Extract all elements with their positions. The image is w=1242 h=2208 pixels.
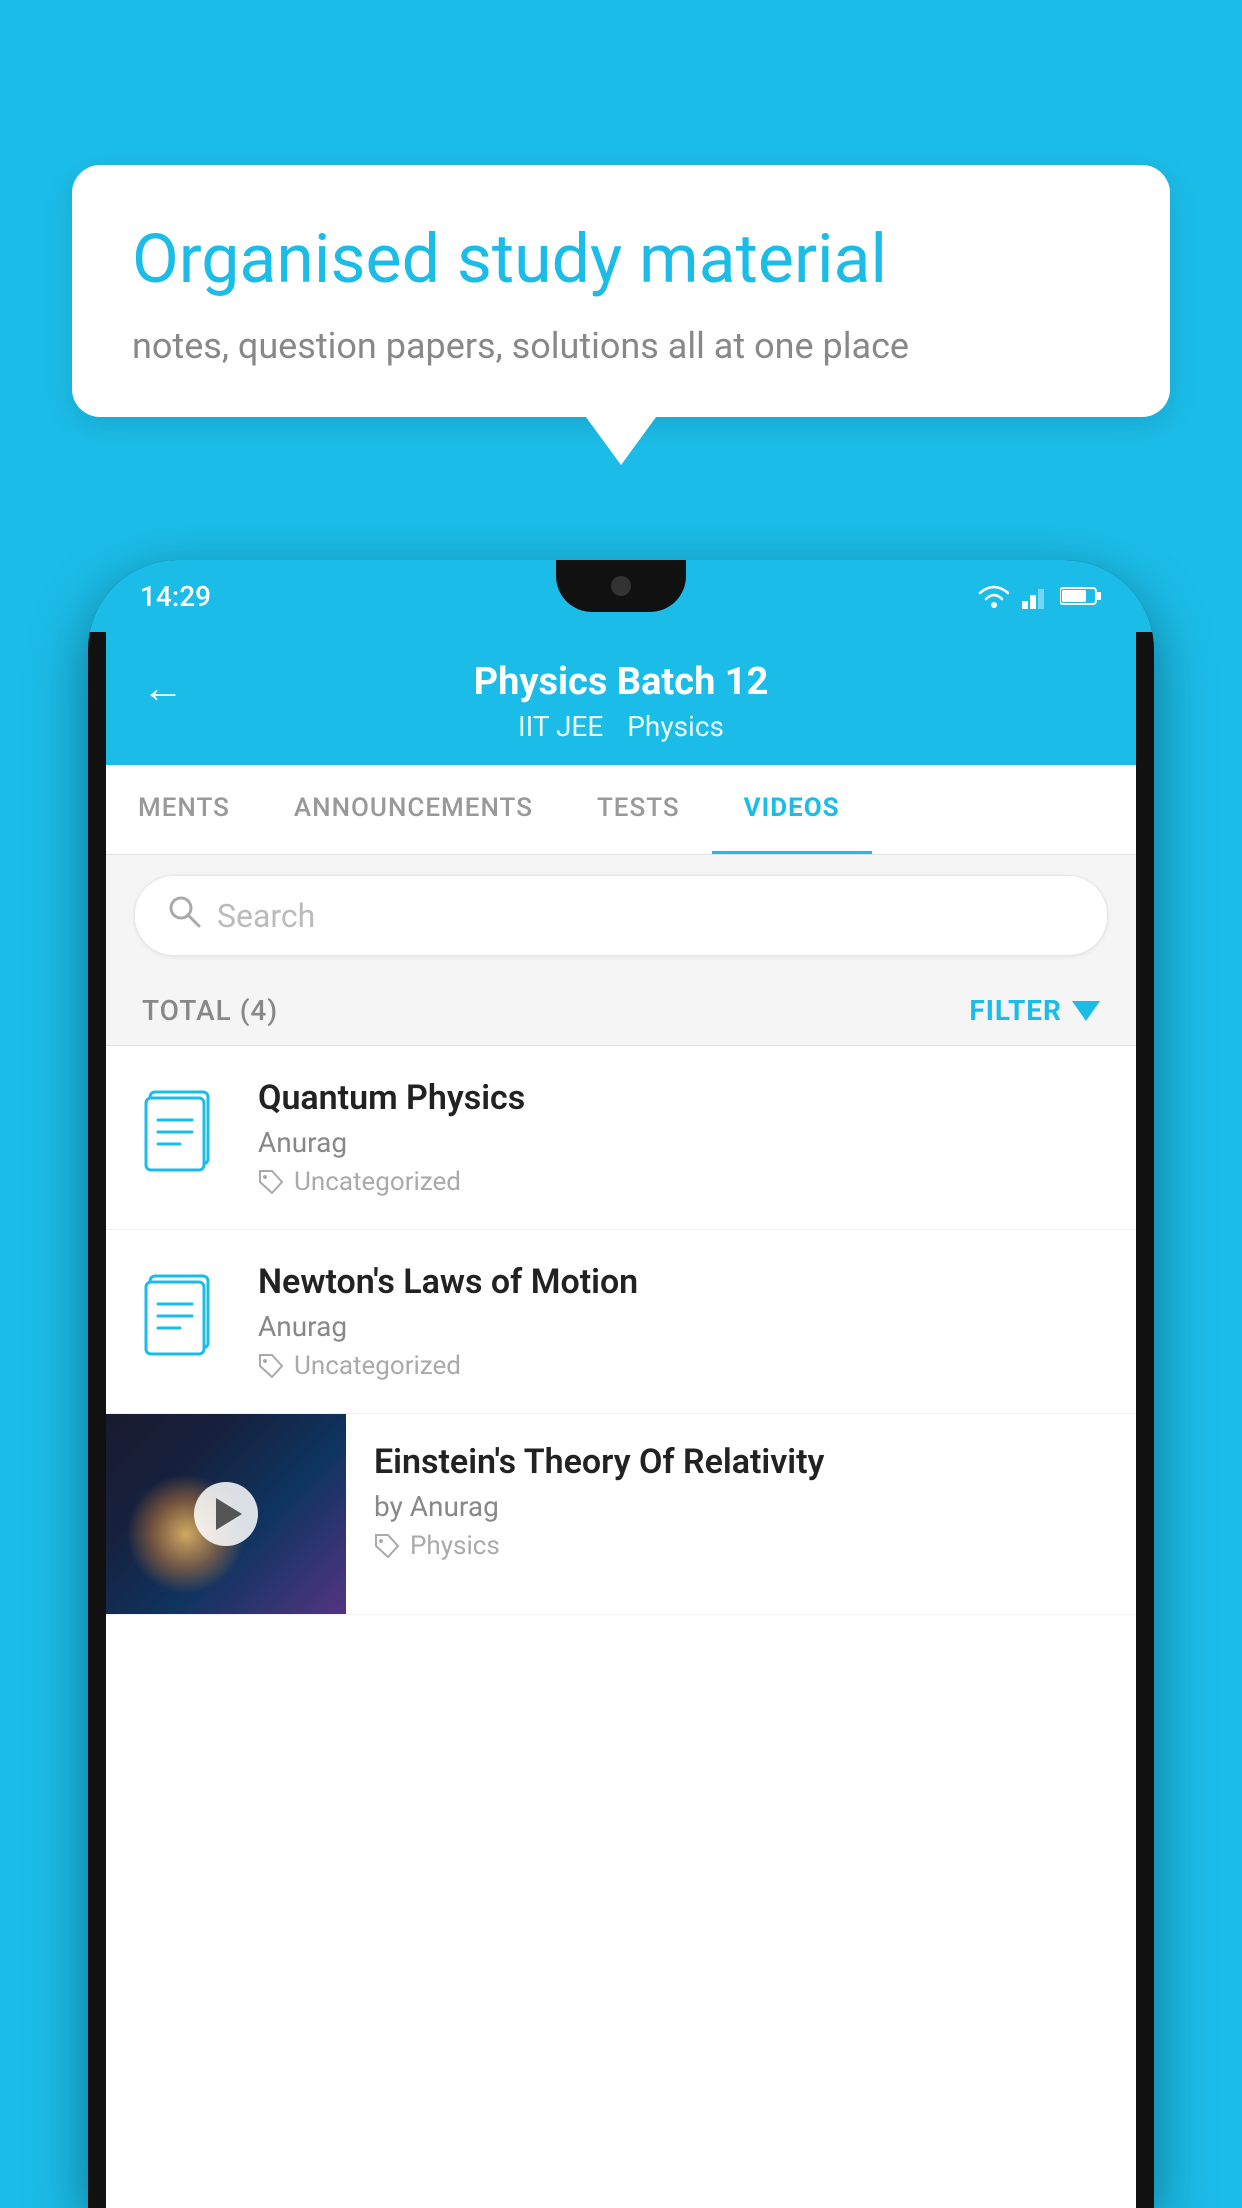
- video-tag: Uncategorized: [258, 1351, 1100, 1381]
- tab-videos[interactable]: VIDEOS: [712, 765, 872, 854]
- video-info: Quantum Physics Anurag Uncategorized: [258, 1078, 1100, 1197]
- tab-ments[interactable]: MENTS: [106, 765, 262, 854]
- search-placeholder: Search: [217, 897, 315, 935]
- filter-row: TOTAL (4) FILTER: [106, 976, 1136, 1046]
- video-tag: Physics: [374, 1531, 1108, 1561]
- total-count: TOTAL (4): [142, 994, 278, 1027]
- subtitle-right: Physics: [627, 710, 724, 743]
- video-thumbnail: [106, 1414, 346, 1614]
- search-icon: [167, 894, 201, 937]
- video-author: Anurag: [258, 1126, 1100, 1159]
- video-title: Newton's Laws of Motion: [258, 1262, 1100, 1302]
- list-item[interactable]: Einstein's Theory Of Relativity by Anura…: [106, 1414, 1136, 1615]
- app-title: Physics Batch 12: [474, 660, 769, 704]
- video-title: Einstein's Theory Of Relativity: [374, 1442, 1108, 1482]
- filter-button[interactable]: FILTER: [969, 994, 1100, 1027]
- bubble-title: Organised study material: [132, 219, 1110, 301]
- tag-label: Uncategorized: [294, 1351, 461, 1381]
- tag-label: Uncategorized: [294, 1167, 461, 1197]
- status-icons: [976, 583, 1102, 609]
- video-list: Quantum Physics Anurag Uncategorized: [106, 1046, 1136, 1615]
- tag-icon: [374, 1533, 400, 1559]
- play-icon: [216, 1498, 242, 1530]
- video-author: by Anurag: [374, 1490, 1108, 1523]
- tabs-bar: MENTS ANNOUNCEMENTS TESTS VIDEOS: [106, 765, 1136, 855]
- notch: [556, 560, 686, 612]
- list-item[interactable]: Newton's Laws of Motion Anurag Uncategor…: [106, 1230, 1136, 1414]
- app-subtitle: IIT JEE Physics: [518, 710, 724, 743]
- search-container: Search: [106, 855, 1136, 976]
- tag-icon: [258, 1169, 284, 1195]
- video-author: Anurag: [258, 1310, 1100, 1343]
- speech-bubble: Organised study material notes, question…: [72, 165, 1170, 417]
- play-button[interactable]: [194, 1482, 258, 1546]
- list-item[interactable]: Quantum Physics Anurag Uncategorized: [106, 1046, 1136, 1230]
- video-tag: Uncategorized: [258, 1167, 1100, 1197]
- phone-frame: 14:29: [88, 560, 1154, 2208]
- subtitle-left: IIT JEE: [518, 710, 603, 743]
- wifi-icon: [976, 583, 1012, 609]
- video-info: Einstein's Theory Of Relativity by Anura…: [346, 1414, 1136, 1589]
- tag-icon: [258, 1353, 284, 1379]
- phone-screen: ← Physics Batch 12 IIT JEE Physics MENTS…: [106, 632, 1136, 2208]
- tab-tests[interactable]: TESTS: [565, 765, 712, 854]
- video-info: Newton's Laws of Motion Anurag Uncategor…: [258, 1262, 1100, 1381]
- video-file-icon: [142, 1266, 230, 1370]
- app-header: ← Physics Batch 12 IIT JEE Physics: [106, 632, 1136, 765]
- signal-icon: [1022, 583, 1050, 609]
- camera-dot: [611, 576, 631, 596]
- status-bar: 14:29: [88, 560, 1154, 632]
- video-file-icon: [142, 1082, 230, 1186]
- status-time: 14:29: [140, 580, 211, 613]
- tag-label: Physics: [410, 1531, 500, 1561]
- filter-label: FILTER: [969, 994, 1062, 1027]
- filter-icon: [1072, 1001, 1100, 1021]
- bubble-subtitle: notes, question papers, solutions all at…: [132, 325, 1110, 367]
- tab-announcements[interactable]: ANNOUNCEMENTS: [262, 765, 565, 854]
- back-button[interactable]: ←: [142, 664, 184, 713]
- battery-icon: [1060, 585, 1102, 607]
- search-bar[interactable]: Search: [134, 875, 1108, 956]
- video-title: Quantum Physics: [258, 1078, 1100, 1118]
